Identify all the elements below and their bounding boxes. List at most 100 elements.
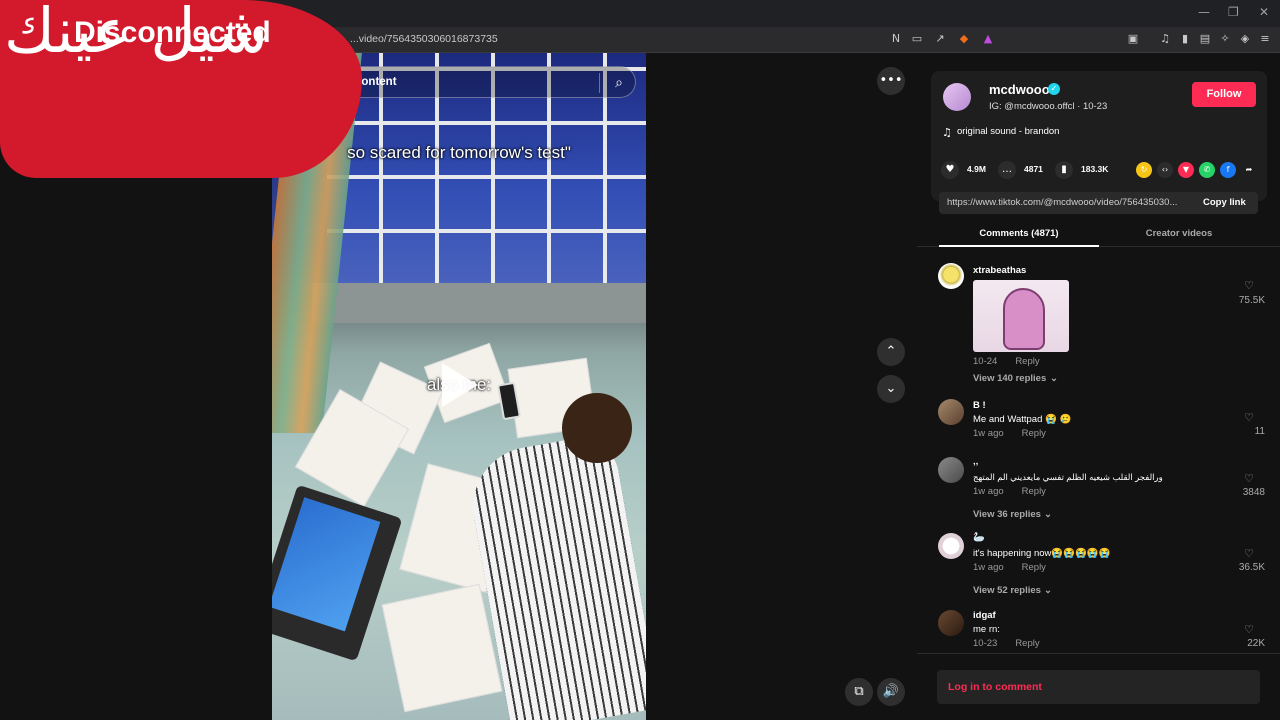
reader-icon[interactable]: ▮ xyxy=(1178,32,1192,46)
music-title[interactable]: original sound - brandon xyxy=(957,126,1059,137)
comment-date: 1w ago xyxy=(973,562,1004,573)
comment-date: 1w ago xyxy=(973,486,1004,497)
share-icon[interactable]: ↗ xyxy=(933,32,947,46)
like-stat[interactable]: ♥ 4.9M xyxy=(941,161,1001,179)
miniplayer-icon[interactable]: ⧉ xyxy=(845,678,873,706)
heart-icon[interactable]: ♡ xyxy=(1242,411,1256,424)
avatar[interactable] xyxy=(943,83,971,111)
details-panel: mcdwooo ✓ IG: @mcdwooo.offcl · 10-23 Fol… xyxy=(917,53,1280,720)
send-icon[interactable]: ▼ xyxy=(1178,162,1194,178)
comment-like-count: 75.5K xyxy=(1238,295,1265,306)
reply-button[interactable]: Reply xyxy=(1015,638,1039,649)
avatar[interactable] xyxy=(938,533,964,559)
volume-icon[interactable]: 🔊 xyxy=(877,678,905,706)
comment-like-count: 22K xyxy=(1247,638,1265,649)
video-frame-sill xyxy=(312,283,646,323)
reply-button[interactable]: Reply xyxy=(1015,356,1039,367)
bookmark-icon[interactable]: ▮ xyxy=(1055,161,1073,179)
comment-image[interactable] xyxy=(973,280,1069,352)
comment-username[interactable]: idgaf xyxy=(973,610,996,621)
more-options-icon[interactable]: ••• xyxy=(877,67,905,95)
comment-icon[interactable]: … xyxy=(998,161,1016,179)
search-divider xyxy=(599,73,600,93)
share-link-url[interactable]: https://www.tiktok.com/@mcdwooo/video/75… xyxy=(947,197,1187,208)
comment-count: 4871 xyxy=(1024,164,1043,174)
search-icon[interactable]: ⌕ xyxy=(609,73,629,93)
whatsapp-icon[interactable]: ✆ xyxy=(1199,162,1215,178)
restore-icon[interactable]: ❐ xyxy=(1228,5,1239,19)
avatar[interactable] xyxy=(938,610,964,636)
comment-stat[interactable]: … 4871 xyxy=(998,161,1058,179)
login-to-comment-button[interactable]: Log in to comment xyxy=(948,681,1042,693)
panel-tabs: Comments (4871) Creator videos xyxy=(917,224,1280,247)
comment-username[interactable]: B ! xyxy=(973,400,986,411)
rewards-icon[interactable]: ▲ xyxy=(981,32,995,46)
avatar[interactable] xyxy=(938,399,964,425)
view-replies-button[interactable]: View 52 replies xyxy=(973,585,1041,596)
chevron-up-icon[interactable]: ⌃ xyxy=(877,338,905,366)
tab-creator-videos[interactable]: Creator videos xyxy=(1099,228,1259,239)
video-person-head xyxy=(562,393,632,463)
comment-meta: 10-24 Reply xyxy=(973,356,1040,367)
chevron-down-icon[interactable]: ⌄ xyxy=(1044,585,1052,596)
share-arrow-icon[interactable]: ➦ xyxy=(1241,162,1257,178)
comment-text: me rn: xyxy=(973,624,1000,635)
tiktok-icon[interactable]: ♪ xyxy=(8,7,21,20)
repost-icon[interactable]: ↻ xyxy=(1136,162,1152,178)
view-replies-button[interactable]: View 36 replies xyxy=(973,509,1041,520)
search-bar[interactable]: content ⌕ xyxy=(340,66,636,98)
cast-icon[interactable]: ▭ xyxy=(910,32,924,46)
login-to-comment-box[interactable]: Log in to comment xyxy=(937,670,1260,704)
reply-button[interactable]: Reply xyxy=(1022,562,1046,573)
comment-date: 10-24 xyxy=(973,356,998,367)
playlist-icon[interactable]: ♫ xyxy=(1158,32,1172,46)
facebook-icon[interactable]: f xyxy=(1220,162,1236,178)
comment-meta: 10-23 Reply xyxy=(973,638,1040,649)
comment-username[interactable]: xtrabeathas xyxy=(973,265,1026,276)
video-player[interactable]: so scared for tomorrow's test" also me: xyxy=(272,53,646,720)
translate-icon[interactable]: N xyxy=(889,32,903,46)
heart-icon[interactable]: ♡ xyxy=(1242,279,1256,292)
avatar[interactable] xyxy=(938,263,964,289)
sidebar-icon[interactable]: ▣ xyxy=(1126,32,1140,46)
search-input[interactable]: content xyxy=(355,76,397,88)
comment-text: Me and Wattpad 😭 🥲 xyxy=(973,414,1072,425)
video-laptop xyxy=(272,484,403,662)
copy-link-button[interactable]: Copy link xyxy=(1203,197,1246,208)
comment-meta: 1w ago Reply xyxy=(973,486,1046,497)
heart-icon[interactable]: ♡ xyxy=(1242,623,1256,636)
address-bar[interactable]: ...video/7564350306016873735 xyxy=(350,33,498,45)
close-icon[interactable]: ✕ xyxy=(1259,5,1269,19)
heart-icon[interactable]: ♥ xyxy=(941,161,959,179)
chevron-down-icon[interactable]: ⌄ xyxy=(877,375,905,403)
save-count: 183.3K xyxy=(1081,164,1109,174)
comment-like-count: 3848 xyxy=(1242,487,1265,498)
reply-button[interactable]: Reply xyxy=(1022,486,1046,497)
video-stage: so scared for tomorrow's test" also me: … xyxy=(0,53,917,720)
leo-icon[interactable]: ✧ xyxy=(1218,32,1232,46)
author-name[interactable]: mcdwooo xyxy=(989,82,1050,97)
divider xyxy=(917,653,1280,654)
tab-comments[interactable]: Comments (4871) xyxy=(939,228,1099,239)
follow-button[interactable]: Follow xyxy=(1192,82,1256,107)
avatar[interactable] xyxy=(938,457,964,483)
minimize-icon[interactable]: — xyxy=(1198,5,1210,19)
comment-username[interactable]: ‚‚ xyxy=(973,456,978,467)
chevron-down-icon[interactable]: ⌄ xyxy=(1050,373,1058,384)
comment-list: xtrabeathas 10-24 Reply View 140 replies … xyxy=(917,259,1280,654)
embed-icon[interactable]: ‹› xyxy=(1157,162,1173,178)
author-subtitle: IG: @mcdwooo.offcl · 10-23 xyxy=(989,101,1108,112)
view-replies-button[interactable]: View 140 replies xyxy=(973,373,1046,384)
brave-shield-icon[interactable]: ◆ xyxy=(957,32,971,46)
comment-username[interactable]: 🦢 xyxy=(973,532,985,543)
menu-icon[interactable]: ≡ xyxy=(1258,32,1272,46)
heart-icon[interactable]: ♡ xyxy=(1242,472,1256,485)
vpn-icon[interactable]: ◈ xyxy=(1238,32,1252,46)
heart-icon[interactable]: ♡ xyxy=(1242,547,1256,560)
wallet-icon[interactable]: ▤ xyxy=(1198,32,1212,46)
reply-button[interactable]: Reply xyxy=(1022,428,1046,439)
play-icon[interactable] xyxy=(442,363,478,407)
active-tab-indicator xyxy=(939,245,1099,247)
chevron-down-icon[interactable]: ⌄ xyxy=(1044,509,1052,520)
save-stat[interactable]: ▮ 183.3K xyxy=(1055,161,1125,179)
